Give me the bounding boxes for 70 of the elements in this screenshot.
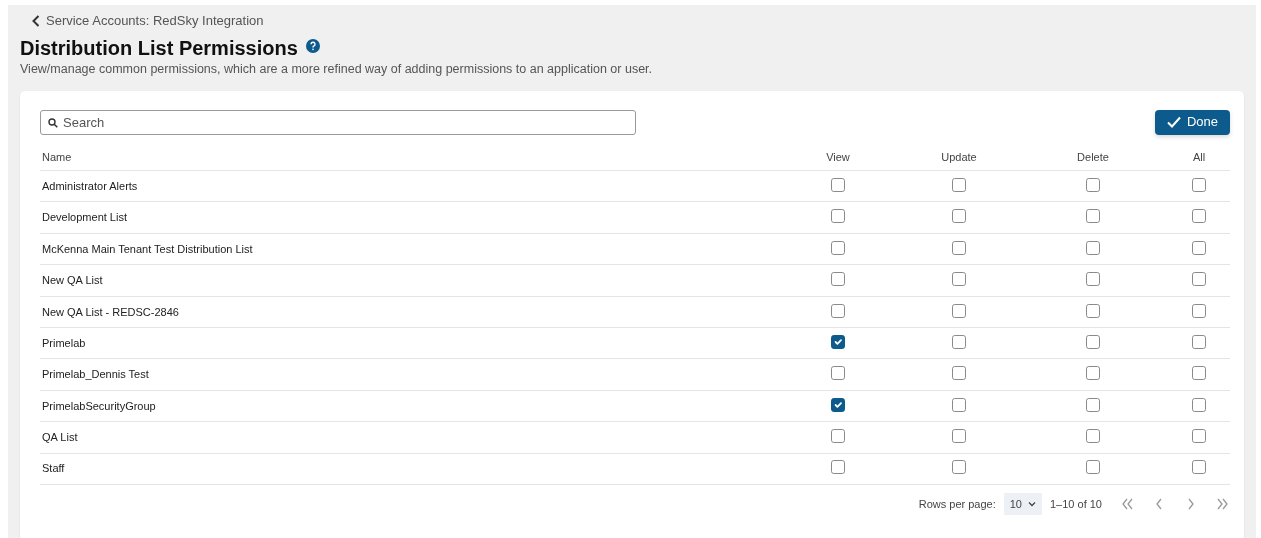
checkbox[interactable] bbox=[1086, 460, 1100, 475]
checkbox[interactable] bbox=[1192, 366, 1206, 381]
checkbox[interactable] bbox=[1192, 460, 1206, 475]
checkbox[interactable] bbox=[1086, 209, 1100, 224]
search-field[interactable]: Search bbox=[40, 109, 636, 135]
checkbox[interactable] bbox=[952, 177, 966, 192]
checkbox[interactable] bbox=[1192, 429, 1206, 444]
table-cell: Primelab_Dennis Test bbox=[40, 358, 776, 391]
checkbox[interactable] bbox=[831, 460, 845, 475]
checkbox[interactable] bbox=[1086, 272, 1100, 287]
table-cell: Administrator Alerts bbox=[40, 170, 776, 202]
checkbox[interactable] bbox=[1192, 177, 1206, 192]
checkbox[interactable] bbox=[952, 429, 966, 444]
checkbox[interactable] bbox=[952, 272, 966, 287]
checkbox[interactable] bbox=[831, 397, 845, 412]
checkbox[interactable] bbox=[831, 272, 845, 287]
checkbox[interactable] bbox=[831, 303, 845, 318]
checkbox[interactable] bbox=[1086, 429, 1100, 444]
table-cell: QA List bbox=[40, 421, 776, 453]
checkbox[interactable] bbox=[952, 209, 966, 224]
rows-per-page-label: Rows per page: bbox=[918, 496, 996, 512]
last-page-icon[interactable] bbox=[1216, 497, 1230, 512]
checkbox[interactable] bbox=[1086, 334, 1100, 349]
column-header: All bbox=[1168, 144, 1230, 171]
page-range: 1–10 of 10 bbox=[1050, 496, 1102, 512]
checkbox[interactable] bbox=[952, 240, 966, 255]
rows-per-page-select[interactable]: 10 bbox=[1003, 492, 1042, 516]
caret-icon bbox=[1028, 501, 1036, 508]
checkbox[interactable] bbox=[1086, 303, 1100, 318]
checkbox[interactable] bbox=[1192, 397, 1206, 412]
checkbox[interactable] bbox=[831, 209, 845, 224]
table-cell: New QA List bbox=[40, 264, 776, 297]
checkbox[interactable] bbox=[952, 303, 966, 318]
search-icon bbox=[48, 117, 58, 128]
check-icon bbox=[1166, 116, 1181, 128]
checkbox[interactable] bbox=[1086, 397, 1100, 412]
table-cell: Development List bbox=[40, 201, 776, 234]
checkbox[interactable] bbox=[1192, 272, 1206, 287]
page-title: Distribution List Permissions bbox=[20, 35, 298, 60]
back-icon bbox=[32, 14, 40, 27]
table-cell: PrimelabSecurityGroup bbox=[40, 390, 776, 422]
help-icon[interactable] bbox=[305, 38, 320, 53]
table-cell: McKenna Main Tenant Test Distribution List bbox=[40, 233, 776, 265]
column-header: View bbox=[776, 144, 900, 171]
checkbox[interactable] bbox=[1192, 334, 1206, 349]
checkbox[interactable] bbox=[1192, 240, 1206, 255]
table-cell: Primelab bbox=[40, 327, 776, 359]
checkbox[interactable] bbox=[952, 334, 966, 349]
checkbox[interactable] bbox=[952, 397, 966, 412]
done-button[interactable]: Done bbox=[1154, 109, 1230, 135]
checkbox[interactable] bbox=[1192, 209, 1206, 224]
checkbox[interactable] bbox=[1192, 303, 1206, 318]
column-header: Update bbox=[900, 144, 1018, 171]
checkbox[interactable] bbox=[831, 429, 845, 444]
checkbox[interactable] bbox=[831, 177, 845, 192]
checkbox[interactable] bbox=[831, 366, 845, 381]
checkbox[interactable] bbox=[952, 460, 966, 475]
table-cell: Staff bbox=[40, 453, 776, 485]
checkbox[interactable] bbox=[831, 240, 845, 255]
checkbox[interactable] bbox=[1086, 366, 1100, 381]
checkbox[interactable] bbox=[1086, 177, 1100, 192]
column-header: Name bbox=[40, 144, 776, 171]
page-description: View/manage common permissions, which are a more refined way of adding permissions to an application or user. bbox=[20, 60, 654, 78]
checkbox[interactable] bbox=[831, 334, 845, 349]
column-header: Delete bbox=[1018, 144, 1168, 171]
back-link[interactable]: Service Accounts: RedSky Integration bbox=[32, 11, 264, 31]
table-cell: New QA List - REDSC-2846 bbox=[40, 296, 776, 328]
checkbox[interactable] bbox=[952, 366, 966, 381]
checkbox[interactable] bbox=[1086, 240, 1100, 255]
first-page-icon[interactable] bbox=[1120, 497, 1134, 512]
